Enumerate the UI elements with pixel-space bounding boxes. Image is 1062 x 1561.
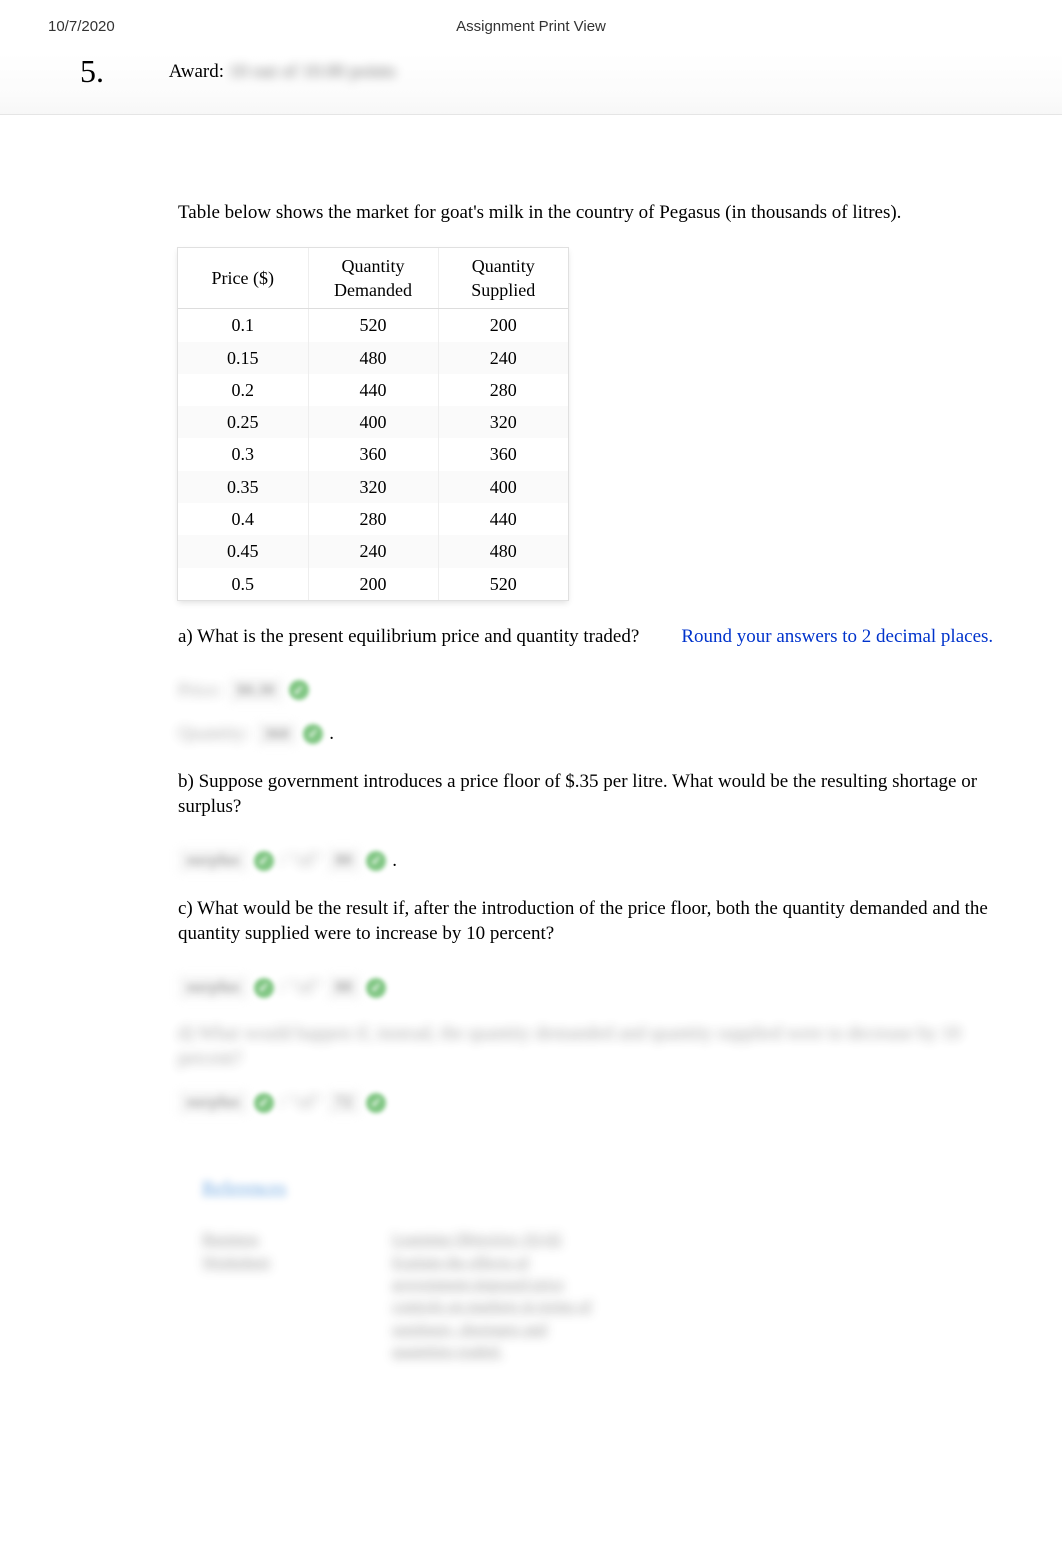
market-table: Price ($) Quantity Demanded Quantity Sup… (178, 248, 568, 600)
check-icon (254, 1093, 274, 1113)
references-left: Business Worksheet (202, 1229, 312, 1363)
references-right: Learning Objective: 03-02 Explain the ef… (392, 1229, 592, 1363)
check-icon (254, 978, 274, 998)
table-row: 0.2440280 (178, 374, 568, 406)
answer-d: surplus / "of" 72 (178, 1090, 1002, 1116)
references-title: References (202, 1176, 1002, 1202)
table-row: 0.45240480 (178, 535, 568, 567)
question-number: 5. (80, 53, 104, 90)
header-date: 10/7/2020 (48, 18, 115, 35)
references-section: References Business Worksheet Learning O… (202, 1176, 1002, 1364)
th-qs: Quantity Supplied (438, 248, 568, 309)
check-icon (254, 851, 274, 871)
answer-a-quantity: Quantity: 360 . (178, 721, 1002, 747)
question-content: Table below shows the market for goat's … (0, 115, 1062, 1364)
table-row: 0.4280440 (178, 503, 568, 535)
table-row: 0.1520200 (178, 309, 568, 342)
header-title: Assignment Print View (456, 18, 606, 35)
table-row: 0.5200520 (178, 568, 568, 600)
answer-a-price: Price: $0.30 (178, 678, 1002, 704)
table-row: 0.15480240 (178, 342, 568, 374)
question-header: 5. Award: 10 out of 10.00 points (0, 53, 1062, 115)
check-icon (303, 724, 323, 744)
part-d-text: d) What would happen if, instead, the qu… (178, 1021, 1002, 1072)
intro-text: Table below shows the market for goat's … (178, 200, 1002, 226)
check-icon (366, 978, 386, 998)
check-icon (366, 851, 386, 871)
th-price: Price ($) (178, 248, 308, 309)
table-row: 0.25400320 (178, 406, 568, 438)
check-icon (289, 680, 309, 700)
part-a-text: a) What is the present equilibrium price… (178, 624, 1002, 650)
answer-b: surplus / "of" 80 . (178, 848, 1002, 874)
part-a-hint: Round your answers to 2 decimal places. (681, 626, 993, 647)
check-icon (366, 1093, 386, 1113)
th-qd: Quantity Demanded (308, 248, 438, 309)
table-row: 0.35320400 (178, 471, 568, 503)
table-row: 0.3360360 (178, 438, 568, 470)
award-label: Award: (169, 61, 224, 82)
part-b-text: b) Suppose government introduces a price… (178, 769, 1002, 820)
award-value: 10 out of 10.00 points (229, 61, 396, 82)
part-c-text: c) What would be the result if, after th… (178, 896, 1002, 947)
answer-c: surplus / "of" 88 (178, 975, 1002, 1001)
